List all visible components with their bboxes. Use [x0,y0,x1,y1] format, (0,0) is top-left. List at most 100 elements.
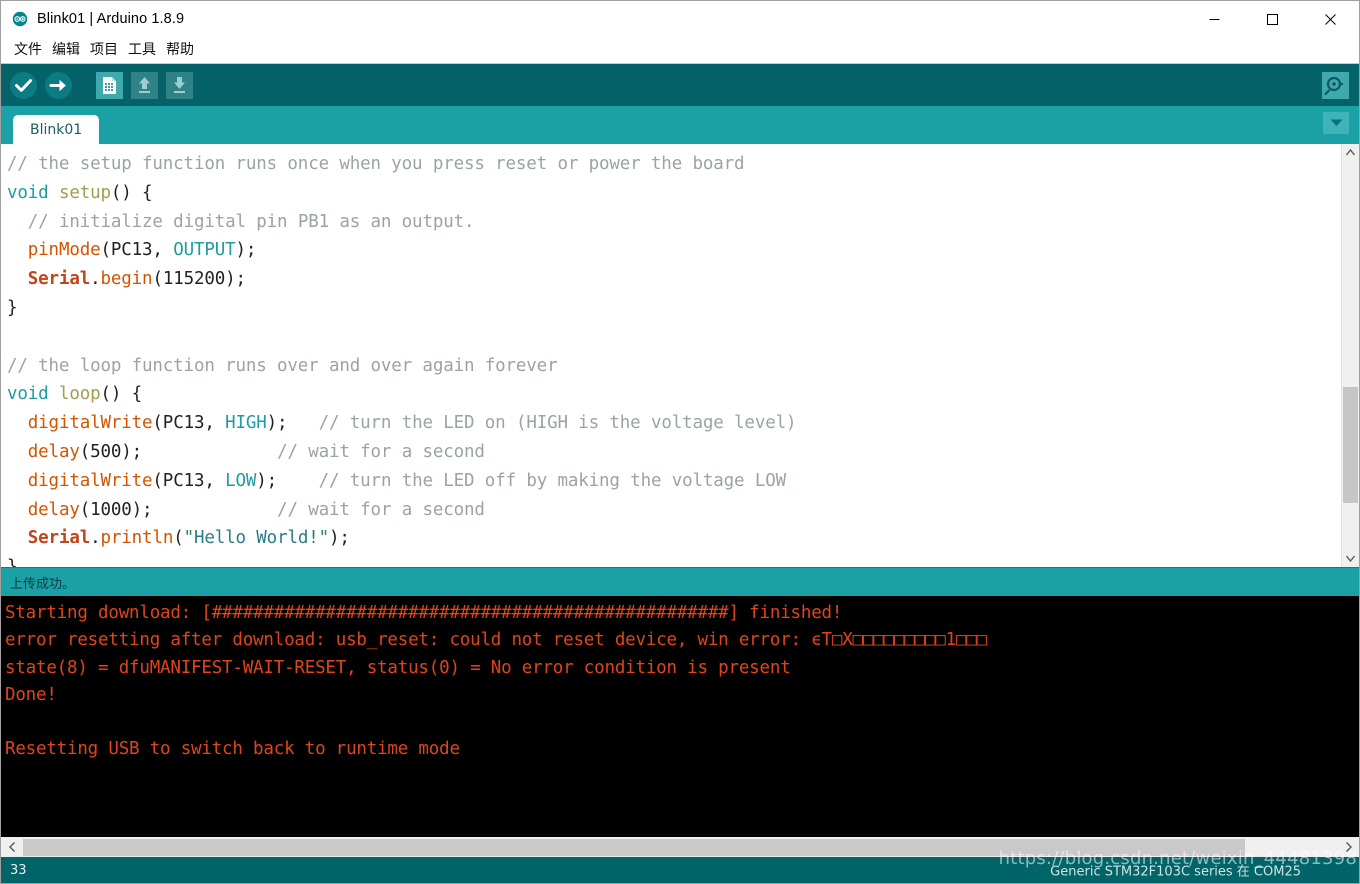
console-line: Starting download: [####################… [5,603,843,623]
code-token: } [7,557,18,567]
code-token: HIGH [225,413,267,434]
menu-item-sketch[interactable]: 项目 [85,39,123,61]
code-line: } [7,294,1341,323]
arduino-infinity-logo-icon [12,11,28,27]
verify-button[interactable] [8,70,38,100]
code-token: // turn the LED on (HIGH is the voltage … [318,413,797,434]
code-line: void loop() { [7,380,1341,409]
code-token: . [90,269,101,290]
code-token: "Hello World!" [183,528,330,549]
code-token: } [7,297,18,318]
console-line: Resetting USB to switch back to runtime … [5,739,460,760]
code-token: Serial [27,528,91,549]
minimize-button[interactable] [1185,1,1243,37]
code-token: digitalWrite [27,413,153,434]
code-line: pinMode(PC13, OUTPUT); [7,236,1341,265]
check-circle-icon [9,71,38,100]
menu-item-help[interactable]: 帮助 [161,39,199,61]
board-port-status: Generic STM32F103C series 在 COM25 [1050,864,1301,880]
tab-dropdown-button[interactable] [1323,112,1349,134]
cursor-line-number: 33 [10,862,27,878]
window-title: Blink01 | Arduino 1.8.9 [37,11,185,27]
code-token: (PC13, [152,470,226,491]
code-line: digitalWrite(PC13, LOW); // turn the LED… [7,467,1341,496]
code-token: delay [27,499,80,520]
code-token: pinMode [27,240,101,261]
console-horizontal-scrollbar[interactable] [1,836,1359,857]
code-line: // the loop function runs over and over … [7,352,1341,381]
code-token: // the loop function runs over and over … [7,355,558,376]
code-line: delay(500); // wait for a second [7,438,1341,467]
code-token: // wait for a second [277,499,485,520]
title-bar: Blink01 | Arduino 1.8.9 [1,1,1359,37]
console-line: Done! [5,684,57,705]
maximize-button[interactable] [1243,1,1301,37]
code-token: ); [266,413,319,434]
menu-item-tools[interactable]: 工具 [123,39,161,61]
upload-status-message: 上传成功。 [10,576,76,592]
toolbar-button-group [1,70,194,100]
code-token: // the setup function runs once when you… [7,154,745,174]
tab-bar: Blink01 [1,106,1359,144]
editor-scroll-thumb[interactable] [1343,386,1358,504]
code-token: delay [27,441,80,462]
scroll-down-arrow-icon[interactable] [1342,550,1359,567]
code-token: () { [100,384,143,405]
code-editor[interactable]: // the setup function runs once when you… [1,144,1341,567]
console-scroll-track[interactable] [23,837,1337,857]
upload-button[interactable] [43,70,73,100]
scroll-right-arrow-icon[interactable] [1337,837,1359,857]
code-line: delay(1000); // wait for a second [7,496,1341,525]
code-token: Serial [27,269,91,290]
code-line: Serial.println("Hello World!"); [7,524,1341,553]
down-arrow-icon [165,71,193,99]
console-output[interactable]: Starting download: [####################… [1,596,1359,836]
arduino-ide-window: Blink01 | Arduino 1.8.9 文件 编辑 项目 工具 帮助 B… [0,0,1360,884]
scroll-up-arrow-icon[interactable] [1342,144,1359,161]
chevron-down-icon [1330,114,1343,132]
code-token: (115200); [152,269,246,290]
tab-blink01[interactable]: Blink01 [13,115,100,144]
new-sketch-button[interactable] [94,70,124,100]
close-button[interactable] [1301,1,1359,37]
editor-area: // the setup function runs once when you… [1,144,1359,567]
code-token: setup [58,182,111,203]
console-scroll-thumb[interactable] [23,838,1246,856]
toolbar [1,64,1359,106]
code-token: begin [100,269,153,290]
scroll-left-arrow-icon[interactable] [1,837,23,857]
magnifier-icon [1321,71,1349,99]
title-bar-left: Blink01 | Arduino 1.8.9 [1,11,184,27]
open-sketch-button[interactable] [129,70,159,100]
save-sketch-button[interactable] [164,70,194,100]
serial-monitor-button[interactable] [1320,70,1350,100]
code-token: LOW [225,470,257,491]
menu-item-edit[interactable]: 编辑 [47,39,85,61]
code-token: (PC13, [152,413,226,434]
toolbar-right-group [1320,70,1350,100]
code-line: digitalWrite(PC13, HIGH); // turn the LE… [7,409,1341,438]
code-token: ( [173,528,184,549]
tab-label: Blink01 [30,121,83,138]
upload-status-strip: 上传成功。 [1,567,1359,596]
menu-item-file[interactable]: 文件 [9,39,47,61]
code-token: ); [329,528,350,549]
editor-vertical-scrollbar[interactable] [1341,144,1359,567]
menu-bar: 文件 编辑 项目 工具 帮助 [1,37,1359,64]
editor-scroll-track[interactable] [1342,161,1359,550]
code-token: void [7,182,49,203]
code-token: digitalWrite [27,470,153,491]
code-token: (1000); [79,499,278,520]
console-line: state(8) = dfuMANIFEST-WAIT-RESET, statu… [5,657,791,678]
